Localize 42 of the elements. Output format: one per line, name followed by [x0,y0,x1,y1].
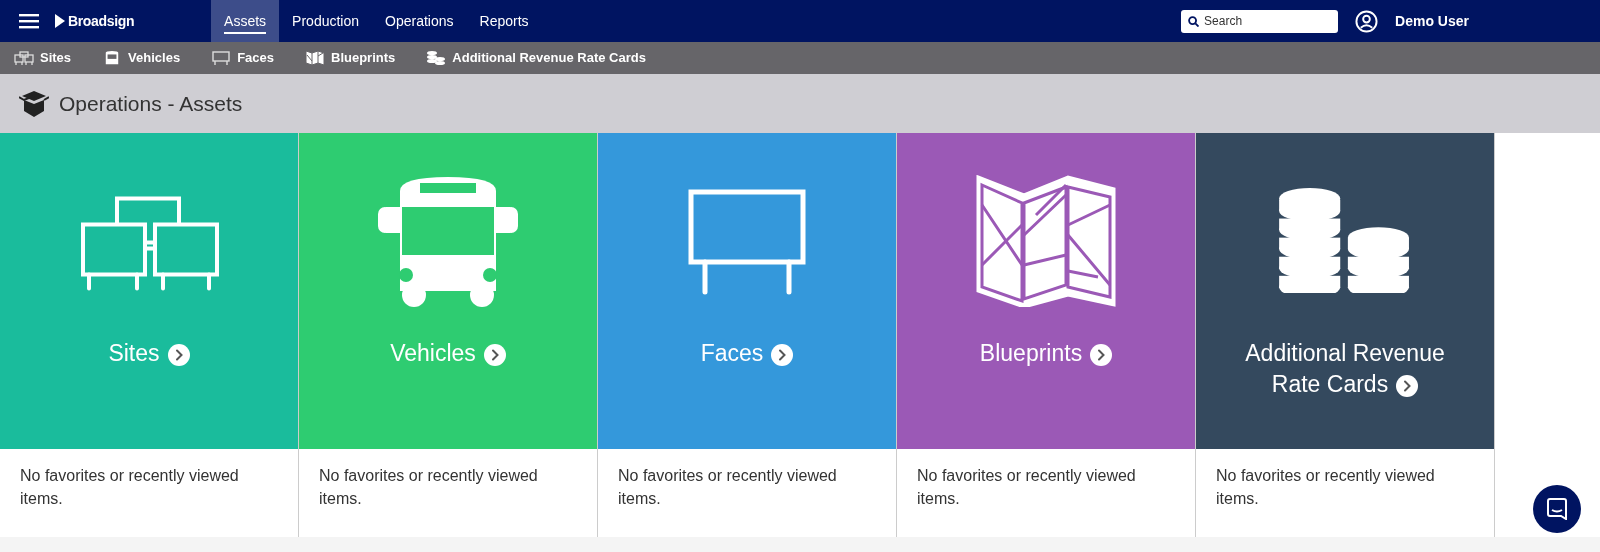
billboard-icon [211,50,232,66]
sub-nav-link[interactable]: Blueprints [305,48,396,68]
sub-nav-link[interactable]: Vehicles [102,48,181,68]
nav-tab[interactable]: Reports [466,0,542,42]
horizontal-scrollbar[interactable] [0,537,1600,552]
empty-message: No favorites or recently viewed items. [617,466,838,509]
chevron-circle-icon[interactable] [1090,343,1113,366]
empty-message: No favorites or recently viewed items. [19,466,240,509]
chevron-circle-icon[interactable] [771,343,794,366]
empty-message: No favorites or recently viewed items. [1215,466,1436,509]
page-title: Operations - Assets [59,90,243,117]
category-tile[interactable]: Additional Revenue Rate Cards [1196,133,1494,449]
coins-icon [426,50,447,66]
category-tile[interactable]: Faces [598,133,896,449]
map-icon [305,50,325,66]
logo-icon [55,14,65,28]
chevron-circle-icon[interactable] [483,343,506,366]
chat-icon [1547,498,1567,520]
map-icon [976,174,1116,307]
category-tile[interactable]: Blueprints [897,133,1195,449]
chevron-circle-icon[interactable] [1396,374,1419,397]
tile-title[interactable]: Additional Revenue Rate Cards [1216,338,1474,400]
menu-icon[interactable] [19,13,39,29]
chevron-circle-icon[interactable] [167,343,190,366]
box-icon [19,88,49,119]
user-name[interactable]: Demo User [1395,10,1469,32]
tile-title[interactable]: Faces [690,338,804,369]
empty-message: No favorites or recently viewed items. [318,466,539,509]
search-icon [1188,15,1200,27]
sub-nav-link[interactable]: Additional Revenue Rate Cards [426,48,646,68]
tile-title[interactable]: Blueprints [969,338,1123,369]
sub-nav-link[interactable]: Sites [14,48,72,68]
nav-tab[interactable]: Assets [211,0,280,42]
nav-tab[interactable]: Production [279,0,373,42]
user-icon[interactable] [1355,9,1379,33]
nav-tab[interactable]: Operations [372,0,467,42]
empty-message: No favorites or recently viewed items. [916,466,1137,509]
chat-button[interactable] [1533,485,1581,533]
search-field[interactable]: Search [1181,9,1339,33]
logo-text: Broadsign [68,11,135,31]
billboards-icon [14,50,34,66]
sub-nav-link[interactable]: Faces [211,48,274,68]
